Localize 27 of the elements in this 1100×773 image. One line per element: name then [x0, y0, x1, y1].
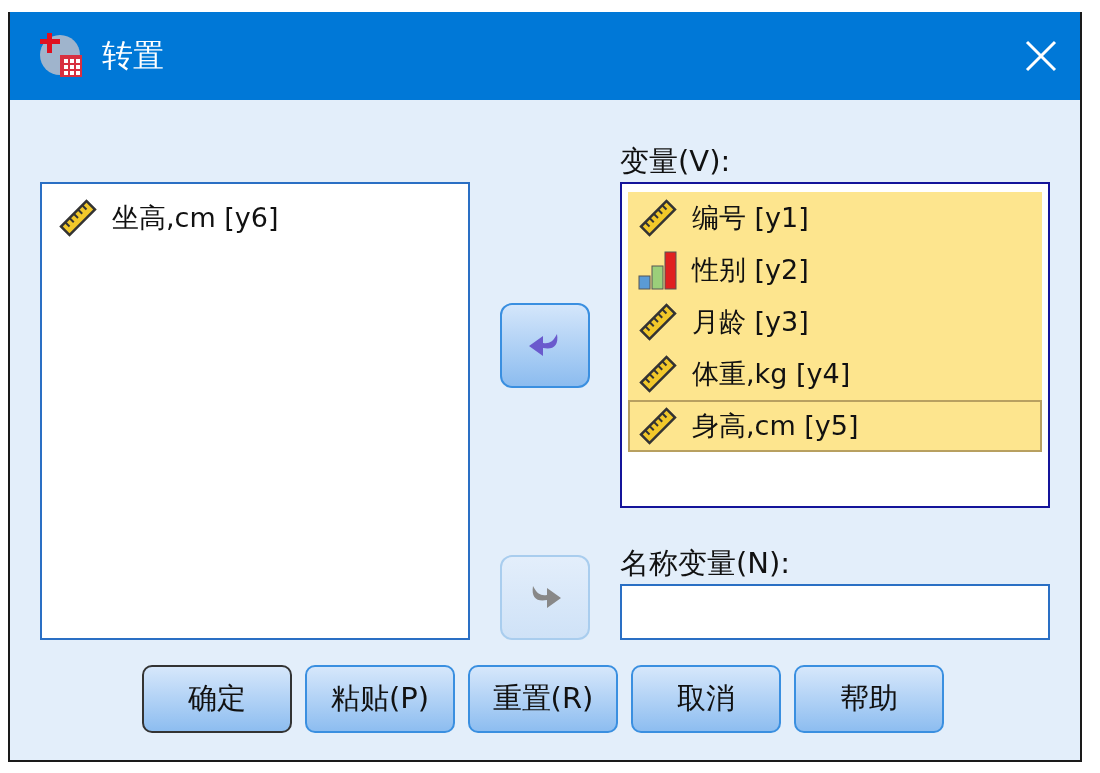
name-variable-label: 名称变量(N): [620, 545, 792, 582]
variable-item[interactable]: 编号 [y1] [628, 192, 1042, 244]
variable-label: 坐高,cm [y6] [112, 201, 279, 235]
variables-list[interactable]: 编号 [y1] 性别 [y2] 月龄 [y3] 体重,kg [y4] 身高,cm [y5] [620, 182, 1050, 508]
app-icon [38, 33, 84, 79]
dialog-button[interactable]: 帮助 [794, 665, 944, 733]
variable-label: 体重,kg [y4] [692, 357, 851, 391]
variable-label: 月龄 [y3] [692, 305, 809, 339]
close-button[interactable] [1024, 39, 1058, 73]
dialog-button[interactable]: 重置(R) [468, 665, 618, 733]
variable-label: 身高,cm [y5] [692, 409, 859, 443]
name-variable-field[interactable] [620, 584, 1050, 640]
dialog-button[interactable]: 粘贴(P) [305, 665, 455, 733]
source-list[interactable]: 坐高,cm [y6] [40, 182, 470, 640]
window-title: 转置 [102, 36, 165, 75]
variable-label: 性别 [y2] [692, 253, 809, 287]
variable-item[interactable]: 月龄 [y3] [628, 296, 1042, 348]
move-left-button[interactable] [500, 303, 590, 388]
variable-item[interactable]: 性别 [y2] [628, 244, 1042, 296]
variables-label: 变量(V): [620, 143, 732, 180]
bar-chart-icon [638, 250, 678, 290]
variable-item[interactable]: 体重,kg [y4] [628, 348, 1042, 400]
dialog-button[interactable]: 取消 [631, 665, 781, 733]
dialog-button[interactable]: 确定 [142, 665, 292, 733]
variable-label: 编号 [y1] [692, 201, 809, 235]
variable-item[interactable]: 身高,cm [y5] [628, 400, 1042, 452]
variable-item[interactable]: 坐高,cm [y6] [48, 192, 462, 244]
